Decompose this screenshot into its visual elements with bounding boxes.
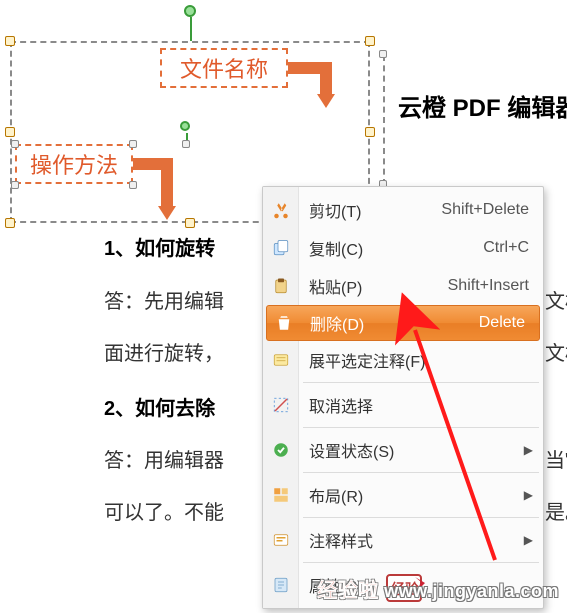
question-1: 1、如何旋转 bbox=[104, 232, 215, 261]
resize-handle-w[interactable] bbox=[5, 127, 15, 137]
menu-shortcut: Delete bbox=[479, 314, 539, 332]
arrow-down-icon bbox=[317, 94, 335, 108]
question-2: 2、如何去除 bbox=[104, 392, 215, 421]
arrow-down-icon bbox=[158, 206, 176, 220]
copy-icon bbox=[263, 239, 299, 257]
context-menu: 剪切(T) Shift+Delete 复制(C) Ctrl+C 粘贴(P) Sh… bbox=[262, 186, 544, 609]
rotate-handle[interactable] bbox=[180, 121, 190, 131]
resize-handle-ne[interactable] bbox=[365, 36, 375, 46]
menu-item-layout[interactable]: 布局(R) ▶ bbox=[263, 476, 543, 514]
callout-method[interactable]: 操作方法 bbox=[15, 144, 133, 184]
callout-method-label: 操作方法 bbox=[30, 148, 118, 180]
deselect-icon bbox=[263, 396, 299, 414]
answer-2-tail1: 当" - bbox=[545, 444, 567, 473]
layout-icon bbox=[263, 486, 299, 504]
menu-label: 剪切(T) bbox=[299, 198, 441, 222]
answer-1-line2: 面进行旋转， bbox=[104, 337, 224, 366]
menu-item-status[interactable]: 设置状态(S) ▶ bbox=[263, 431, 543, 469]
menu-shortcut: Ctrl+C bbox=[483, 239, 543, 257]
clipboard-icon bbox=[263, 277, 299, 295]
menu-shortcut: Shift+Delete bbox=[441, 201, 543, 219]
answer-1-tail2: 文档。 bbox=[545, 337, 567, 366]
menu-label: 复制(C) bbox=[299, 236, 483, 260]
answer-1-tail1: 文档 bbox=[545, 285, 567, 314]
menu-item-delete[interactable]: 删除(D) Delete bbox=[266, 305, 540, 341]
menu-label: 删除(D) bbox=[300, 311, 479, 335]
rotate-handle[interactable] bbox=[184, 5, 196, 17]
resize-handle-sw[interactable] bbox=[5, 218, 15, 228]
menu-label: 展平选定注释(F) bbox=[299, 348, 543, 372]
submenu-arrow-icon: ▶ bbox=[524, 533, 543, 547]
answer-1-line1: 答：先用编辑 bbox=[104, 285, 224, 314]
resize-handle-nw[interactable] bbox=[5, 36, 15, 46]
answer-2-line1: 答：用编辑器 bbox=[104, 444, 224, 473]
menu-item-deselect[interactable]: 取消选择 bbox=[263, 386, 543, 424]
resize-handle-s[interactable] bbox=[185, 218, 195, 228]
resize-handle-e[interactable] bbox=[365, 127, 375, 137]
menu-label: 布局(R) bbox=[299, 483, 524, 507]
answer-2-tail2: 是。 bbox=[545, 496, 567, 525]
flatten-icon bbox=[263, 351, 299, 369]
document-title: 云橙 PDF 编辑器 bbox=[398, 88, 567, 123]
menu-item-copy[interactable]: 复制(C) Ctrl+C bbox=[263, 229, 543, 267]
status-icon bbox=[263, 441, 299, 459]
style-icon bbox=[263, 531, 299, 549]
trash-icon bbox=[267, 314, 300, 332]
menu-item-annot-style[interactable]: 注释样式 ▶ bbox=[263, 521, 543, 559]
callout-file-name-label: 文件名称 bbox=[180, 52, 268, 84]
menu-shortcut: Shift+Insert bbox=[448, 277, 543, 295]
menu-item-cut[interactable]: 剪切(T) Shift+Delete bbox=[263, 191, 543, 229]
scissors-icon bbox=[263, 201, 299, 219]
submenu-arrow-icon: ▶ bbox=[524, 443, 543, 457]
properties-icon bbox=[263, 576, 299, 594]
menu-item-flatten[interactable]: 展平选定注释(F) bbox=[263, 341, 543, 379]
watermark-text: 经验啦 www.jingyanla.com bbox=[317, 574, 559, 603]
menu-label: 设置状态(S) bbox=[299, 438, 524, 462]
submenu-arrow-icon: ▶ bbox=[524, 488, 543, 502]
menu-label: 注释样式 bbox=[299, 528, 524, 552]
menu-item-paste[interactable]: 粘贴(P) Shift+Insert bbox=[263, 267, 543, 305]
callout-file-name[interactable]: 文件名称 bbox=[160, 48, 288, 88]
menu-label: 粘贴(P) bbox=[299, 274, 448, 298]
menu-label: 取消选择 bbox=[299, 393, 543, 417]
answer-2-line2: 可以了。不能 bbox=[104, 496, 224, 525]
